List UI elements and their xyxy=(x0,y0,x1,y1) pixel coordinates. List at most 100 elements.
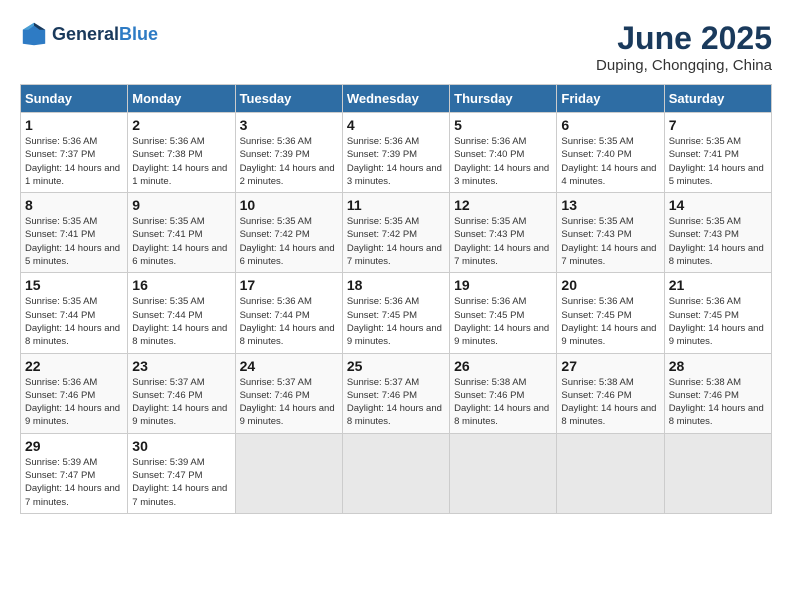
location: Duping, Chongqing, China xyxy=(596,57,772,74)
day-number: 28 xyxy=(669,358,767,374)
day-number: 23 xyxy=(132,358,230,374)
cell-info: Sunrise: 5:36 AM Sunset: 7:45 PM Dayligh… xyxy=(347,295,445,348)
cell-info: Sunrise: 5:35 AM Sunset: 7:41 PM Dayligh… xyxy=(132,215,230,268)
day-number: 20 xyxy=(561,277,659,293)
day-number: 21 xyxy=(669,277,767,293)
day-number: 1 xyxy=(25,117,123,133)
day-number: 18 xyxy=(347,277,445,293)
table-row: 2 Sunrise: 5:36 AM Sunset: 7:38 PM Daylig… xyxy=(128,113,235,193)
table-row: 12 Sunrise: 5:35 AM Sunset: 7:43 PM Dayli… xyxy=(450,193,557,273)
day-number: 7 xyxy=(669,117,767,133)
table-row: 16 Sunrise: 5:35 AM Sunset: 7:44 PM Dayli… xyxy=(128,273,235,353)
cell-info: Sunrise: 5:36 AM Sunset: 7:45 PM Dayligh… xyxy=(669,295,767,348)
day-number: 12 xyxy=(454,197,552,213)
col-tuesday: Tuesday xyxy=(235,85,342,113)
table-row: 18 Sunrise: 5:36 AM Sunset: 7:45 PM Dayli… xyxy=(342,273,449,353)
table-row: 1 Sunrise: 5:36 AM Sunset: 7:37 PM Daylig… xyxy=(21,113,128,193)
cell-info: Sunrise: 5:35 AM Sunset: 7:41 PM Dayligh… xyxy=(25,215,123,268)
table-row: 15 Sunrise: 5:35 AM Sunset: 7:44 PM Dayli… xyxy=(21,273,128,353)
cell-info: Sunrise: 5:35 AM Sunset: 7:42 PM Dayligh… xyxy=(240,215,338,268)
day-number: 13 xyxy=(561,197,659,213)
cell-info: Sunrise: 5:36 AM Sunset: 7:46 PM Dayligh… xyxy=(25,376,123,429)
calendar-week-row: 22Sunrise: 5:36 AM Sunset: 7:46 PM Dayli… xyxy=(21,353,772,433)
cell-info: Sunrise: 5:36 AM Sunset: 7:38 PM Dayligh… xyxy=(132,135,230,188)
cell-info: Sunrise: 5:37 AM Sunset: 7:46 PM Dayligh… xyxy=(132,376,230,429)
day-number: 11 xyxy=(347,197,445,213)
day-number: 16 xyxy=(132,277,230,293)
logo-icon xyxy=(20,20,48,48)
calendar-week-row: 29Sunrise: 5:39 AM Sunset: 7:47 PM Dayli… xyxy=(21,433,772,513)
day-number: 10 xyxy=(240,197,338,213)
calendar-week-row: 8 Sunrise: 5:35 AM Sunset: 7:41 PM Daylig… xyxy=(21,193,772,273)
logo-general: General xyxy=(52,24,119,44)
cell-info: Sunrise: 5:35 AM Sunset: 7:43 PM Dayligh… xyxy=(669,215,767,268)
day-number: 27 xyxy=(561,358,659,374)
header-row: Sunday Monday Tuesday Wednesday Thursday… xyxy=(21,85,772,113)
day-number: 26 xyxy=(454,358,552,374)
logo-text: GeneralBlue xyxy=(52,24,158,45)
cell-info: Sunrise: 5:35 AM Sunset: 7:40 PM Dayligh… xyxy=(561,135,659,188)
cell-info: Sunrise: 5:35 AM Sunset: 7:43 PM Dayligh… xyxy=(454,215,552,268)
table-row: 9 Sunrise: 5:35 AM Sunset: 7:41 PM Daylig… xyxy=(128,193,235,273)
col-thursday: Thursday xyxy=(450,85,557,113)
col-sunday: Sunday xyxy=(21,85,128,113)
table-row: 30Sunrise: 5:39 AM Sunset: 7:47 PM Dayli… xyxy=(128,433,235,513)
cell-info: Sunrise: 5:35 AM Sunset: 7:44 PM Dayligh… xyxy=(25,295,123,348)
day-number: 5 xyxy=(454,117,552,133)
col-monday: Monday xyxy=(128,85,235,113)
col-saturday: Saturday xyxy=(664,85,771,113)
cell-info: Sunrise: 5:35 AM Sunset: 7:42 PM Dayligh… xyxy=(347,215,445,268)
table-row: 17Sunrise: 5:36 AM Sunset: 7:44 PM Dayli… xyxy=(235,273,342,353)
cell-info: Sunrise: 5:36 AM Sunset: 7:45 PM Dayligh… xyxy=(454,295,552,348)
table-row: 20Sunrise: 5:36 AM Sunset: 7:45 PM Dayli… xyxy=(557,273,664,353)
calendar-table: Sunday Monday Tuesday Wednesday Thursday… xyxy=(20,84,772,514)
day-number: 15 xyxy=(25,277,123,293)
cell-info: Sunrise: 5:36 AM Sunset: 7:37 PM Dayligh… xyxy=(25,135,123,188)
cell-info: Sunrise: 5:35 AM Sunset: 7:43 PM Dayligh… xyxy=(561,215,659,268)
table-row: 5 Sunrise: 5:36 AM Sunset: 7:40 PM Daylig… xyxy=(450,113,557,193)
day-number: 24 xyxy=(240,358,338,374)
calendar-week-row: 1 Sunrise: 5:36 AM Sunset: 7:37 PM Daylig… xyxy=(21,113,772,193)
logo-blue: Blue xyxy=(119,24,158,44)
day-number: 30 xyxy=(132,438,230,454)
table-row: 3Sunrise: 5:36 AM Sunset: 7:39 PM Daylig… xyxy=(235,113,342,193)
table-row: 24 Sunrise: 5:37 AM Sunset: 7:46 PM Dayli… xyxy=(235,353,342,433)
cell-info: Sunrise: 5:37 AM Sunset: 7:46 PM Dayligh… xyxy=(347,376,445,429)
table-row: 22Sunrise: 5:36 AM Sunset: 7:46 PM Dayli… xyxy=(21,353,128,433)
day-number: 9 xyxy=(132,197,230,213)
day-number: 2 xyxy=(132,117,230,133)
cell-info: Sunrise: 5:38 AM Sunset: 7:46 PM Dayligh… xyxy=(561,376,659,429)
table-row: 26 Sunrise: 5:38 AM Sunset: 7:46 PM Dayli… xyxy=(450,353,557,433)
calendar-week-row: 15 Sunrise: 5:35 AM Sunset: 7:44 PM Dayli… xyxy=(21,273,772,353)
day-number: 29 xyxy=(25,438,123,454)
cell-info: Sunrise: 5:38 AM Sunset: 7:46 PM Dayligh… xyxy=(669,376,767,429)
table-row: 19 Sunrise: 5:36 AM Sunset: 7:45 PM Dayli… xyxy=(450,273,557,353)
table-row: 29Sunrise: 5:39 AM Sunset: 7:47 PM Dayli… xyxy=(21,433,128,513)
title-area: June 2025 Duping, Chongqing, China xyxy=(596,20,772,74)
day-number: 6 xyxy=(561,117,659,133)
cell-info: Sunrise: 5:35 AM Sunset: 7:41 PM Dayligh… xyxy=(669,135,767,188)
day-number: 4 xyxy=(347,117,445,133)
table-row: 14 Sunrise: 5:35 AM Sunset: 7:43 PM Dayli… xyxy=(664,193,771,273)
table-row xyxy=(235,433,342,513)
logo: GeneralBlue xyxy=(20,20,158,48)
table-row: 11 Sunrise: 5:35 AM Sunset: 7:42 PM Dayli… xyxy=(342,193,449,273)
day-number: 25 xyxy=(347,358,445,374)
day-number: 17 xyxy=(240,277,338,293)
cell-info: Sunrise: 5:36 AM Sunset: 7:40 PM Dayligh… xyxy=(454,135,552,188)
table-row: 27 Sunrise: 5:38 AM Sunset: 7:46 PM Dayli… xyxy=(557,353,664,433)
table-row xyxy=(557,433,664,513)
col-friday: Friday xyxy=(557,85,664,113)
day-number: 14 xyxy=(669,197,767,213)
table-row xyxy=(342,433,449,513)
day-number: 19 xyxy=(454,277,552,293)
cell-info: Sunrise: 5:35 AM Sunset: 7:44 PM Dayligh… xyxy=(132,295,230,348)
table-row xyxy=(450,433,557,513)
col-wednesday: Wednesday xyxy=(342,85,449,113)
cell-info: Sunrise: 5:37 AM Sunset: 7:46 PM Dayligh… xyxy=(240,376,338,429)
month-year: June 2025 xyxy=(596,20,772,57)
table-row: 4Sunrise: 5:36 AM Sunset: 7:39 PM Daylig… xyxy=(342,113,449,193)
cell-info: Sunrise: 5:38 AM Sunset: 7:46 PM Dayligh… xyxy=(454,376,552,429)
day-number: 8 xyxy=(25,197,123,213)
day-number: 3 xyxy=(240,117,338,133)
